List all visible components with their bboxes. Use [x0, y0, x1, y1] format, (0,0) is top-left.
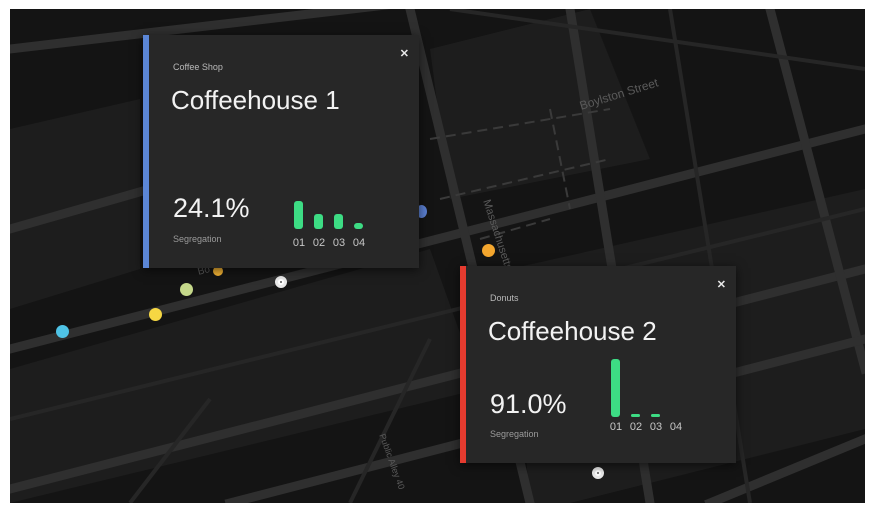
card-category: Donuts	[490, 293, 519, 303]
location-pin-1[interactable]	[275, 276, 287, 288]
close-icon[interactable]: ✕	[400, 47, 409, 60]
location-pin-2[interactable]	[592, 467, 604, 479]
chart-bar-label-04: 04	[352, 237, 366, 249]
chart-bar-03	[651, 414, 660, 417]
popup-card-coffeehouse-2: Donuts ✕ Coffeehouse 2 91.0% Segregation…	[460, 266, 736, 463]
chart-bar-label-02: 02	[629, 421, 643, 433]
metric-value: 24.1%	[173, 193, 250, 223]
card-category: Coffee Shop	[173, 62, 223, 72]
mini-bar-chart: 01 02 03 04	[606, 357, 706, 433]
chart-bar-label-01: 01	[292, 237, 306, 249]
metric-value: 91.0%	[490, 389, 567, 419]
chart-bar-03	[334, 214, 343, 229]
map-canvas[interactable]: Boylston Street Massachusetts Public All…	[10, 9, 865, 503]
chart-bar-label-04: 04	[669, 421, 683, 433]
mini-bar-chart: 01 02 03 04	[289, 193, 389, 249]
chart-bar-01	[294, 201, 303, 229]
popup-card-coffeehouse-1: Coffee Shop ✕ Coffeehouse 1 24.1% Segreg…	[143, 35, 419, 268]
chart-bar-label-02: 02	[312, 237, 326, 249]
street-network	[10, 9, 865, 503]
chart-bar-04	[354, 223, 363, 229]
card-accent-bar	[460, 266, 466, 463]
chart-bar-label-01: 01	[609, 421, 623, 433]
map-marker-orange-2[interactable]	[482, 244, 495, 257]
map-marker-yellow[interactable]	[149, 308, 162, 321]
metric-label: Segregation	[490, 429, 539, 439]
chart-bar-02	[631, 414, 640, 417]
chart-bar-02	[314, 214, 323, 229]
card-title: Coffeehouse 2	[488, 316, 657, 346]
map-marker-cyan[interactable]	[56, 325, 69, 338]
card-accent-bar	[143, 35, 149, 268]
chart-bar-label-03: 03	[332, 237, 346, 249]
map-marker-green[interactable]	[180, 283, 193, 296]
chart-bar-01	[611, 359, 620, 417]
close-icon[interactable]: ✕	[717, 278, 726, 291]
chart-bar-label-03: 03	[649, 421, 663, 433]
card-title: Coffeehouse 1	[171, 85, 340, 115]
metric-label: Segregation	[173, 234, 222, 244]
